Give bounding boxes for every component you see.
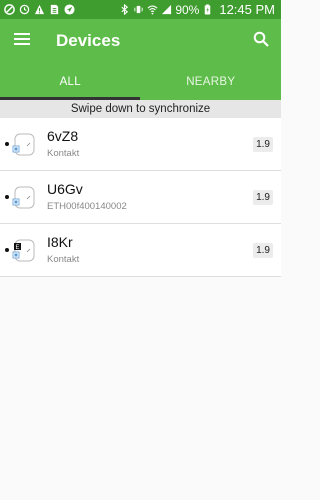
clock: 12:45 PM [219, 2, 275, 17]
beacon-icon [12, 185, 36, 211]
version-badge: 1.9 [253, 243, 273, 258]
navigation-icon [64, 4, 75, 15]
list-item[interactable]: 6vZ8 Kontakt 1.9 [0, 118, 281, 171]
status-dot [5, 142, 9, 146]
device-name: I8Kr [47, 234, 73, 250]
status-dot [5, 248, 9, 252]
list-item[interactable]: E I8Kr Kontakt 1.9 [0, 224, 281, 277]
file-icon [49, 4, 60, 15]
version-badge: 1.9 [253, 190, 273, 205]
wifi-icon [147, 4, 158, 15]
tab-all[interactable]: ALL [0, 63, 141, 100]
device-subtitle: Kontakt [47, 148, 80, 159]
vibrate-icon [133, 4, 144, 15]
search-button[interactable] [241, 19, 281, 63]
warning-icon [34, 4, 45, 15]
sync-hint: Swipe down to synchronize [0, 100, 281, 118]
device-list: 6vZ8 Kontakt 1.9 U6Gv ETH00f400140002 1.… [0, 118, 281, 277]
list-item[interactable]: U6Gv ETH00f400140002 1.9 [0, 171, 281, 224]
status-bar: 90% 12:45 PM [0, 0, 281, 19]
svg-text:E: E [15, 245, 19, 251]
beacon-e-icon: E [12, 238, 36, 264]
device-name: 6vZ8 [47, 128, 79, 144]
device-subtitle: Kontakt [47, 254, 80, 265]
sync-icon [19, 4, 30, 15]
status-dot [5, 195, 9, 199]
version-badge: 1.9 [253, 137, 273, 152]
app-bar: Devices [0, 19, 281, 63]
battery-percent: 90% [175, 2, 200, 17]
device-subtitle: ETH00f400140002 [47, 201, 127, 212]
tab-bar: ALL NEARBY [0, 63, 281, 100]
page-title: Devices [56, 31, 121, 50]
no-entry-icon [4, 4, 15, 15]
bluetooth-icon [119, 4, 130, 15]
beacon-icon [12, 132, 36, 158]
search-icon [253, 31, 269, 52]
battery-icon [202, 4, 213, 15]
menu-icon [13, 32, 31, 51]
tab-nearby[interactable]: NEARBY [141, 63, 282, 100]
device-name: U6Gv [47, 181, 83, 197]
signal-icon [161, 4, 172, 15]
menu-button[interactable] [0, 19, 44, 63]
